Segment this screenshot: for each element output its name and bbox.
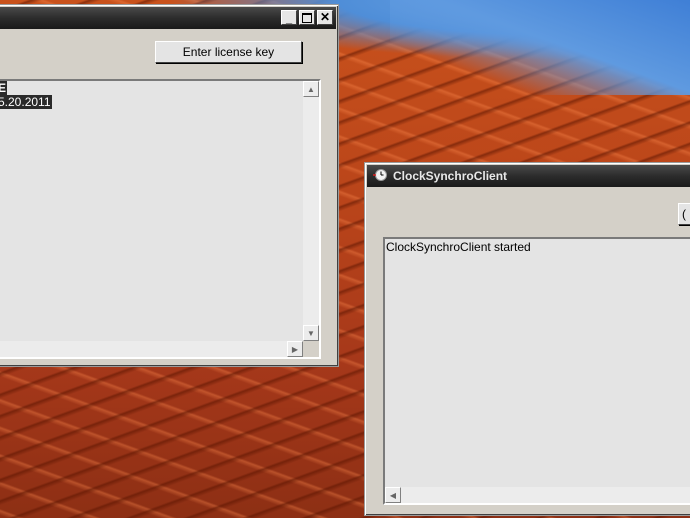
maximize-icon [302,12,312,23]
partial-button-label: ( [682,207,686,221]
close-button[interactable]: ✕ [317,10,333,25]
close-icon: ✕ [319,10,331,24]
wallpaper-sky [390,0,690,95]
log-line-text: 5.20.2011 [0,95,52,109]
license-window-titlebar[interactable]: _ ✕ [0,7,336,29]
horizontal-scrollbar[interactable]: ◀ [385,487,690,503]
clocksynchroclient-title: ClockSynchroClient [393,169,508,183]
client-log-textarea[interactable]: ClockSynchroClient started ◀ [383,237,690,505]
arrow-right-icon: ▶ [291,344,299,354]
maximize-button[interactable] [299,10,315,25]
log-line-text: E [0,81,8,95]
minimize-icon: _ [285,13,293,25]
license-log-textarea[interactable]: E 5.20.2011 ▲ ▼ ▶ [0,79,321,359]
log-line: E [0,81,8,95]
arrow-left-icon: ◀ [389,490,397,500]
arrow-up-icon: ▲ [307,84,315,94]
clocksynchroclient-titlebar[interactable]: ClockSynchroClient [367,165,690,187]
enter-license-key-button[interactable]: Enter license key [155,41,302,63]
vertical-scrollbar[interactable]: ▲ ▼ [303,81,319,341]
minimize-button[interactable]: _ [281,10,297,25]
caption-buttons: _ ✕ [281,10,333,25]
license-window: _ ✕ Enter license key E 5.20.2011 ▲ ▼ ▶ [0,4,339,367]
log-line: ClockSynchroClient started [386,240,531,254]
horizontal-scrollbar[interactable]: ▶ [0,341,303,357]
clock-icon [373,168,387,182]
scroll-down-button[interactable]: ▼ [303,325,319,341]
scroll-up-button[interactable]: ▲ [303,81,319,97]
log-line-text: ClockSynchroClient started [386,240,531,254]
log-line: 5.20.2011 [0,95,52,109]
partial-button[interactable]: ( [678,203,690,225]
scroll-right-button[interactable]: ▶ [287,341,303,357]
scroll-left-button[interactable]: ◀ [385,487,401,503]
clocksynchroclient-window: ClockSynchroClient ( ClockSynchroClient … [364,162,690,516]
arrow-down-icon: ▼ [307,328,315,338]
scroll-corner [303,341,319,357]
